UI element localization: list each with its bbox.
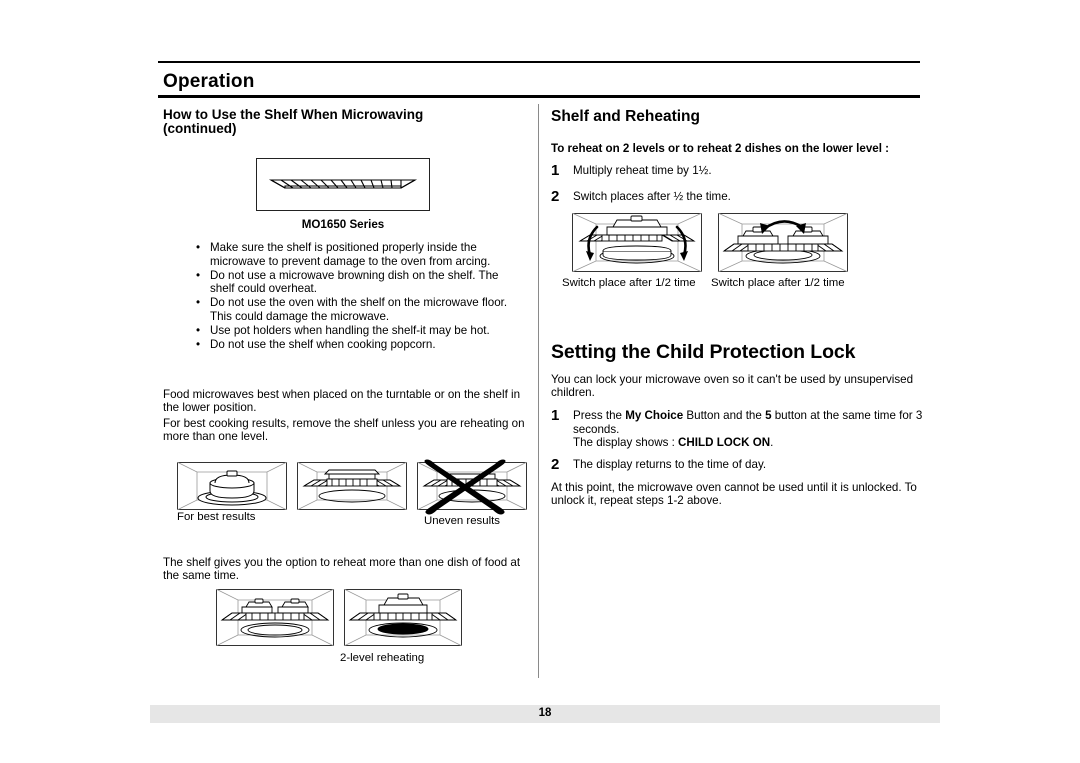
step-text: Switch places after ½ the time. <box>573 190 731 203</box>
list-item-text: Do not use the shelf when cooking popcor… <box>210 337 436 351</box>
display-shows-period: . <box>770 436 774 450</box>
shelf-rack-illustration <box>268 179 418 189</box>
paragraph-turntable: Food microwaves best when placed on the … <box>163 388 521 415</box>
bullet-marker: • <box>196 337 201 351</box>
two-level-reheating-illustration <box>215 588 463 647</box>
my-choice-button-label: My Choice <box>625 409 684 422</box>
list-item-text: Use pot holders when handling the shelf-… <box>210 323 490 337</box>
left-column-heading: How to Use the Shelf When Microwaving (c… <box>163 108 533 136</box>
switch-places-illustration <box>571 212 849 273</box>
caption-two-level-reheating: 2-level reheating <box>340 652 425 664</box>
step-number: 1 <box>551 407 560 424</box>
reheat-step-2: 2 Switch places after ½ the time. <box>551 188 921 205</box>
header-rule-top <box>158 61 920 63</box>
child-lock-intro: You can lock your microwave oven so it c… <box>551 373 914 400</box>
bullet-marker: • <box>196 296 201 310</box>
list-item: • Use pot holders when handling the shel… <box>196 324 526 338</box>
list-item: • Do not use the shelf when cooking popc… <box>196 338 526 352</box>
child-lock-heading: Setting the Child Protection Lock <box>551 341 856 363</box>
left-heading-line2: (continued) <box>163 121 237 136</box>
step-number: 2 <box>551 456 560 473</box>
page-number: 18 <box>538 707 552 719</box>
shelf-reheating-heading: Shelf and Reheating <box>551 108 700 125</box>
list-item: • Make sure the shelf is positioned prop… <box>196 241 526 269</box>
reheat-subheading: To reheat on 2 levels or to reheat 2 dis… <box>551 142 890 155</box>
caption-for-best-results: For best results <box>177 511 256 523</box>
header-rule-bottom <box>158 95 920 98</box>
list-item-text: Do not use the oven with the shelf on th… <box>210 296 508 323</box>
step-text-part1: Press the <box>573 409 626 422</box>
step-text-part2: Button and the <box>683 409 766 422</box>
bullet-marker: • <box>196 241 201 254</box>
step-text: Multiply reheat time by 1½. <box>573 164 712 177</box>
figure-results-comparison <box>176 459 528 515</box>
bullet-marker: • <box>196 323 201 337</box>
paragraph-multi-dish: The shelf gives you the option to reheat… <box>163 556 521 583</box>
child-lock-step-2: 2 The display returns to the time of day… <box>551 456 923 473</box>
list-item-text: Do not use a microwave browning dish on … <box>210 268 499 296</box>
step-text-line2: The display shows : CHILD LOCK ON. <box>573 436 923 450</box>
bullet-marker: • <box>196 268 201 282</box>
step-text: Press the My Choice Button and the 5 but… <box>573 409 923 450</box>
paragraph-remove-shelf: For best cooking results, remove the she… <box>163 417 525 444</box>
step-number: 1 <box>551 162 560 179</box>
step-number: 2 <box>551 188 560 205</box>
cross-out-mark-icon <box>424 459 506 515</box>
shelf-warnings-list: • Make sure the shelf is positioned prop… <box>196 241 526 351</box>
display-shows-label: The display shows : <box>573 436 679 450</box>
step-text: The display returns to the time of day. <box>573 458 767 471</box>
child-lock-step-1: 1 Press the My Choice Button and the 5 b… <box>551 407 923 450</box>
caption-uneven-results: Uneven results <box>424 515 500 527</box>
list-item-text: Make sure the shelf is positioned proper… <box>210 241 491 268</box>
column-divider <box>538 104 539 678</box>
caption-switch-right: Switch place after 1/2 time <box>711 277 845 289</box>
child-lock-outro: At this point, the microwave oven cannot… <box>551 481 917 508</box>
page-section-title: Operation <box>163 71 255 92</box>
figure-shelf-caption: MO1650 Series <box>301 218 385 231</box>
left-heading-line1: How to Use the Shelf When Microwaving <box>163 107 424 122</box>
figure-two-level-reheating <box>215 588 463 647</box>
figure-shelf-box <box>256 158 430 211</box>
list-item: • Do not use a microwave browning dish o… <box>196 269 526 297</box>
child-lock-on-value: CHILD LOCK ON <box>678 436 771 450</box>
reheat-step-1: 1 Multiply reheat time by 1½. <box>551 162 921 179</box>
list-item: • Do not use the oven with the shelf on … <box>196 296 526 324</box>
figure-switch-places <box>571 212 849 273</box>
caption-switch-left: Switch place after 1/2 time <box>562 277 696 289</box>
manual-page: Operation How to Use the Shelf When Micr… <box>0 0 1080 763</box>
